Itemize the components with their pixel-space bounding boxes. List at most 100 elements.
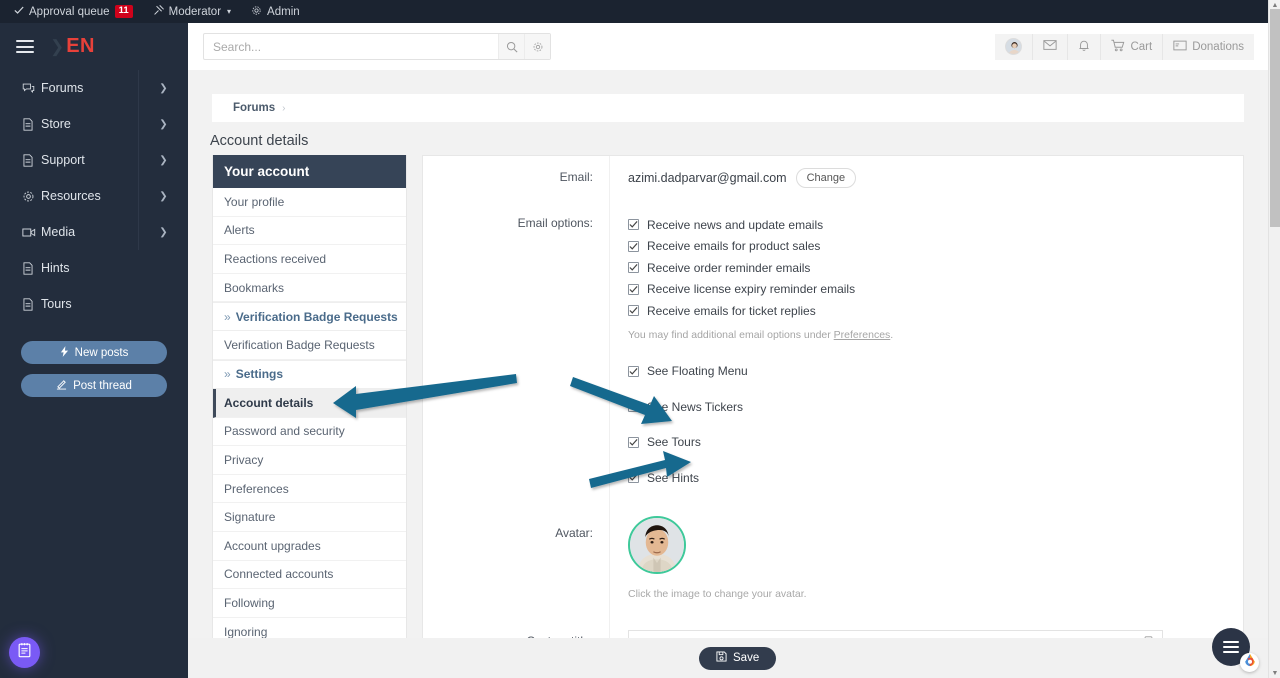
nav-item-bookmarks[interactable]: Bookmarks [213, 274, 406, 303]
nav-item-password-and-security[interactable]: Password and security [213, 418, 406, 447]
hint-prefix: You may find additional email options un… [628, 329, 834, 341]
search-options-gear-icon[interactable] [524, 34, 550, 59]
bell-icon [1078, 39, 1090, 55]
checkbox-see-hints[interactable]: See Hints [628, 460, 1243, 496]
nav-item-verification-badge-requests[interactable]: Verification Badge Requests [213, 331, 406, 360]
new-posts-label: New posts [75, 347, 129, 359]
chevron-down-icon[interactable]: ❯ [138, 142, 188, 178]
nav-item-alerts[interactable]: Alerts [213, 217, 406, 246]
section-marker-icon: » [224, 310, 231, 324]
chevron-down-icon[interactable]: ❯ [138, 106, 188, 142]
change-email-button[interactable]: Change [796, 168, 857, 188]
cart-label: Cart [1130, 41, 1152, 53]
sidebar-item-tours[interactable]: Tours [0, 286, 188, 322]
checkbox-checked-icon[interactable] [628, 241, 639, 252]
admin-bar-moderator[interactable]: Moderator ▾ [153, 5, 231, 19]
sidebar-item-hints[interactable]: Hints [0, 250, 188, 286]
avatar-row: Avatar: [423, 506, 1243, 600]
nav-item-account-details[interactable]: Account details [213, 389, 406, 418]
notepad-fab-button[interactable] [9, 637, 40, 668]
sidebar-item-forums[interactable]: Forums ❯ [0, 70, 188, 106]
donations-button[interactable]: Donations [1163, 34, 1254, 60]
hamburger-icon [1223, 641, 1239, 643]
preferences-link[interactable]: Preferences [834, 329, 891, 341]
search-icon[interactable] [498, 34, 524, 59]
form-footer: Save [188, 638, 1268, 678]
save-label: Save [733, 652, 759, 664]
sidebar-item-store[interactable]: Store ❯ [0, 106, 188, 142]
account-details-form: Email: azimi.dadparvar@gmail.com Change … [422, 155, 1244, 678]
checkbox-receive-news[interactable]: Receive news and update emails [628, 214, 1243, 236]
checkbox-license-expiry[interactable]: Receive license expiry reminder emails [628, 279, 1243, 301]
sidebar-item-resources[interactable]: Resources ❯ [0, 178, 188, 214]
avatar-label: Avatar: [423, 506, 609, 600]
search-bar [203, 33, 551, 60]
sidebar-toggle-icon[interactable] [16, 40, 34, 53]
checkbox-checked-icon[interactable] [628, 219, 639, 230]
nav-item-reactions-received[interactable]: Reactions received [213, 245, 406, 274]
page-scrollbar[interactable]: ▲ ▼ [1268, 0, 1280, 678]
sidebar-item-label: Tours [41, 297, 72, 311]
brand-logo[interactable]: ❯ EN [50, 35, 95, 58]
nav-item-connected-accounts[interactable]: Connected accounts [213, 561, 406, 590]
checkbox-label: Receive license expiry reminder emails [647, 282, 855, 296]
checkbox-product-sales[interactable]: Receive emails for product sales [628, 236, 1243, 258]
checkbox-checked-icon[interactable] [628, 437, 639, 448]
avatar-image[interactable] [628, 516, 686, 574]
video-icon [22, 227, 39, 238]
bolt-icon [60, 346, 69, 360]
post-thread-button[interactable]: Post thread [21, 374, 167, 397]
alerts-button[interactable] [1068, 34, 1101, 60]
nav-item-label: Verification Badge Requests [224, 338, 375, 352]
hint-suffix: . [890, 329, 893, 341]
scrollbar-thumb[interactable] [1270, 9, 1280, 227]
admin-bar-approval-queue[interactable]: Approval queue 11 [14, 5, 133, 18]
save-button[interactable]: Save [699, 647, 776, 670]
nav-section-label: Verification Badge Requests [236, 310, 398, 324]
new-posts-button[interactable]: New posts [21, 341, 167, 364]
checkbox-label: Receive emails for ticket replies [647, 304, 816, 318]
nav-item-signature[interactable]: Signature [213, 503, 406, 532]
sidebar-item-media[interactable]: Media ❯ [0, 214, 188, 250]
checkbox-label: See Hints [647, 471, 699, 485]
nav-item-your-profile[interactable]: Your profile [213, 188, 406, 217]
checkbox-see-floating-menu[interactable]: See Floating Menu [628, 354, 1243, 390]
checkbox-checked-icon[interactable] [628, 472, 639, 483]
search-input[interactable] [204, 40, 498, 54]
checkbox-checked-icon[interactable] [628, 366, 639, 377]
nav-item-following[interactable]: Following [213, 589, 406, 618]
checkbox-checked-icon[interactable] [628, 401, 639, 412]
gavel-icon [153, 5, 164, 19]
app-logo-icon [1243, 653, 1257, 672]
checkbox-checked-icon[interactable] [628, 305, 639, 316]
nav-item-label: Password and security [224, 424, 345, 438]
hamburger-icon [1223, 651, 1239, 653]
sidebar-item-label: Forums [41, 81, 83, 95]
checkbox-checked-icon[interactable] [628, 262, 639, 273]
cart-button[interactable]: Cart [1101, 34, 1163, 60]
nav-item-label: Your profile [224, 195, 284, 209]
inbox-button[interactable] [1033, 34, 1068, 60]
nav-item-privacy[interactable]: Privacy [213, 446, 406, 475]
chevron-down-icon[interactable]: ❯ [138, 214, 188, 250]
admin-bar-admin[interactable]: Admin [251, 5, 300, 19]
checkbox-ticket-replies[interactable]: Receive emails for ticket replies [628, 300, 1243, 322]
checkbox-order-reminder[interactable]: Receive order reminder emails [628, 257, 1243, 279]
scroll-down-icon[interactable]: ▼ [1269, 668, 1280, 678]
email-options-hint: You may find additional email options un… [628, 329, 1243, 341]
checkbox-see-news-tickers[interactable]: See News Tickers [628, 389, 1243, 425]
breadcrumb-item-forums[interactable]: Forums [233, 102, 275, 114]
sidebar-header: ❯ EN [0, 23, 188, 70]
breadcrumb: Forums › [212, 94, 1244, 122]
chevron-down-icon[interactable]: ❯ [138, 70, 188, 106]
chevron-down-icon[interactable]: ❯ [138, 178, 188, 214]
sidebar-item-support[interactable]: Support ❯ [0, 142, 188, 178]
checkbox-checked-icon[interactable] [628, 284, 639, 295]
nav-item-preferences[interactable]: Preferences [213, 475, 406, 504]
app-logo-badge[interactable] [1240, 653, 1259, 672]
avatar-note: Click the image to change your avatar. [628, 588, 1243, 600]
checkbox-see-tours[interactable]: See Tours [628, 425, 1243, 461]
nav-item-account-upgrades[interactable]: Account upgrades [213, 532, 406, 561]
nav-item-label: Bookmarks [224, 281, 284, 295]
user-avatar-menu[interactable] [995, 34, 1033, 60]
